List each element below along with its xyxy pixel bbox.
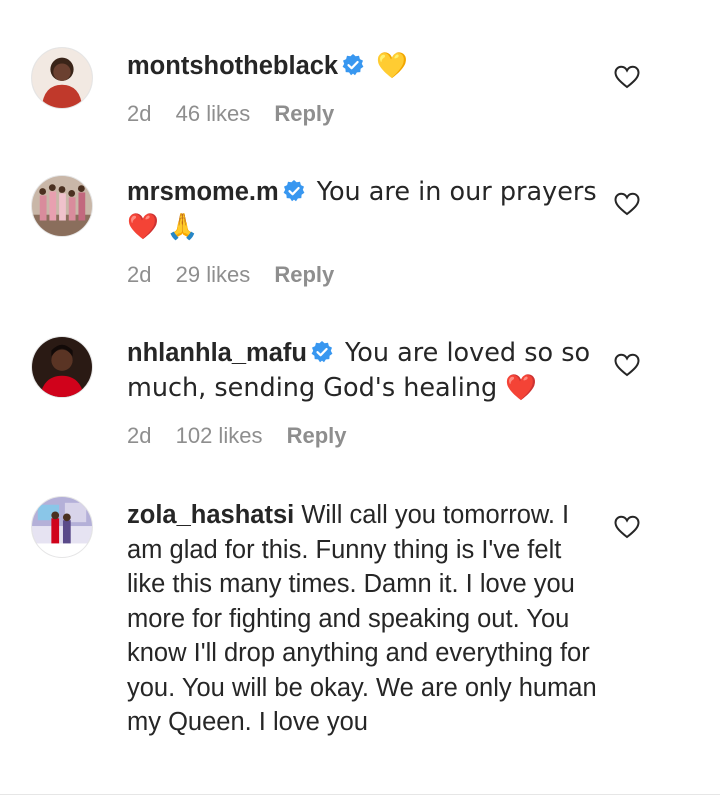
- comment-time: 2d: [127, 423, 152, 448]
- comment-body: zola_hashatsi Will call you tomorrow. I …: [127, 498, 597, 740]
- comment-body: montshotheblack 💛: [127, 49, 597, 84]
- comment-body: mrsmome.m You are in our prayers ❤️ 🙏: [127, 175, 597, 244]
- reply-button[interactable]: Reply: [274, 262, 334, 287]
- comment-username[interactable]: montshotheblack: [127, 52, 338, 80]
- heart-icon[interactable]: [614, 353, 640, 377]
- comment-meta: 2d 102 likes Reply: [127, 423, 365, 449]
- comment-time: 2d: [127, 101, 152, 126]
- heart-icon[interactable]: [614, 65, 640, 89]
- comment-meta: 2d 29 likes Reply: [127, 262, 352, 288]
- comment-meta: 2d 46 likes Reply: [127, 101, 352, 127]
- avatar[interactable]: [31, 47, 93, 109]
- comment-likes[interactable]: 102 likes: [176, 423, 263, 448]
- comment-text: 💛: [376, 51, 408, 81]
- divider: [0, 794, 720, 795]
- reply-button[interactable]: Reply: [287, 423, 347, 448]
- comment-likes[interactable]: 46 likes: [176, 101, 251, 126]
- comment-likes[interactable]: 29 likes: [176, 262, 251, 287]
- heart-icon[interactable]: [614, 515, 640, 539]
- comment-time: 2d: [127, 262, 152, 287]
- verified-badge-icon: [310, 340, 334, 364]
- verified-badge-icon: [341, 53, 365, 77]
- reply-button[interactable]: Reply: [274, 101, 334, 126]
- comment-username[interactable]: mrsmome.m: [127, 178, 279, 206]
- verified-badge-icon: [282, 179, 306, 203]
- heart-icon[interactable]: [614, 192, 640, 216]
- comment-username[interactable]: zola_hashatsi: [127, 501, 294, 529]
- comment-body: nhlanhla_mafu You are loved so so much, …: [127, 336, 597, 405]
- avatar[interactable]: [31, 336, 93, 398]
- avatar[interactable]: [31, 175, 93, 237]
- avatar[interactable]: [31, 496, 93, 558]
- comment-username[interactable]: nhlanhla_mafu: [127, 339, 307, 367]
- comment-text: Will call you tomorrow. I am glad for th…: [127, 501, 597, 736]
